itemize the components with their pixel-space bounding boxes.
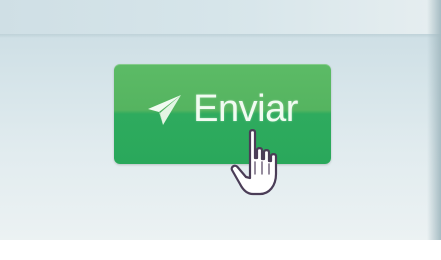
bottom-area — [0, 240, 441, 260]
paper-plane-icon — [147, 94, 183, 126]
screen-edge — [427, 0, 441, 240]
top-panel — [0, 0, 441, 34]
screen: Enviar — [0, 0, 441, 260]
panel-divider — [0, 34, 441, 38]
send-button[interactable]: Enviar — [114, 64, 331, 164]
send-button-label: Enviar — [193, 87, 298, 130]
hand-pointer-icon — [228, 128, 292, 204]
